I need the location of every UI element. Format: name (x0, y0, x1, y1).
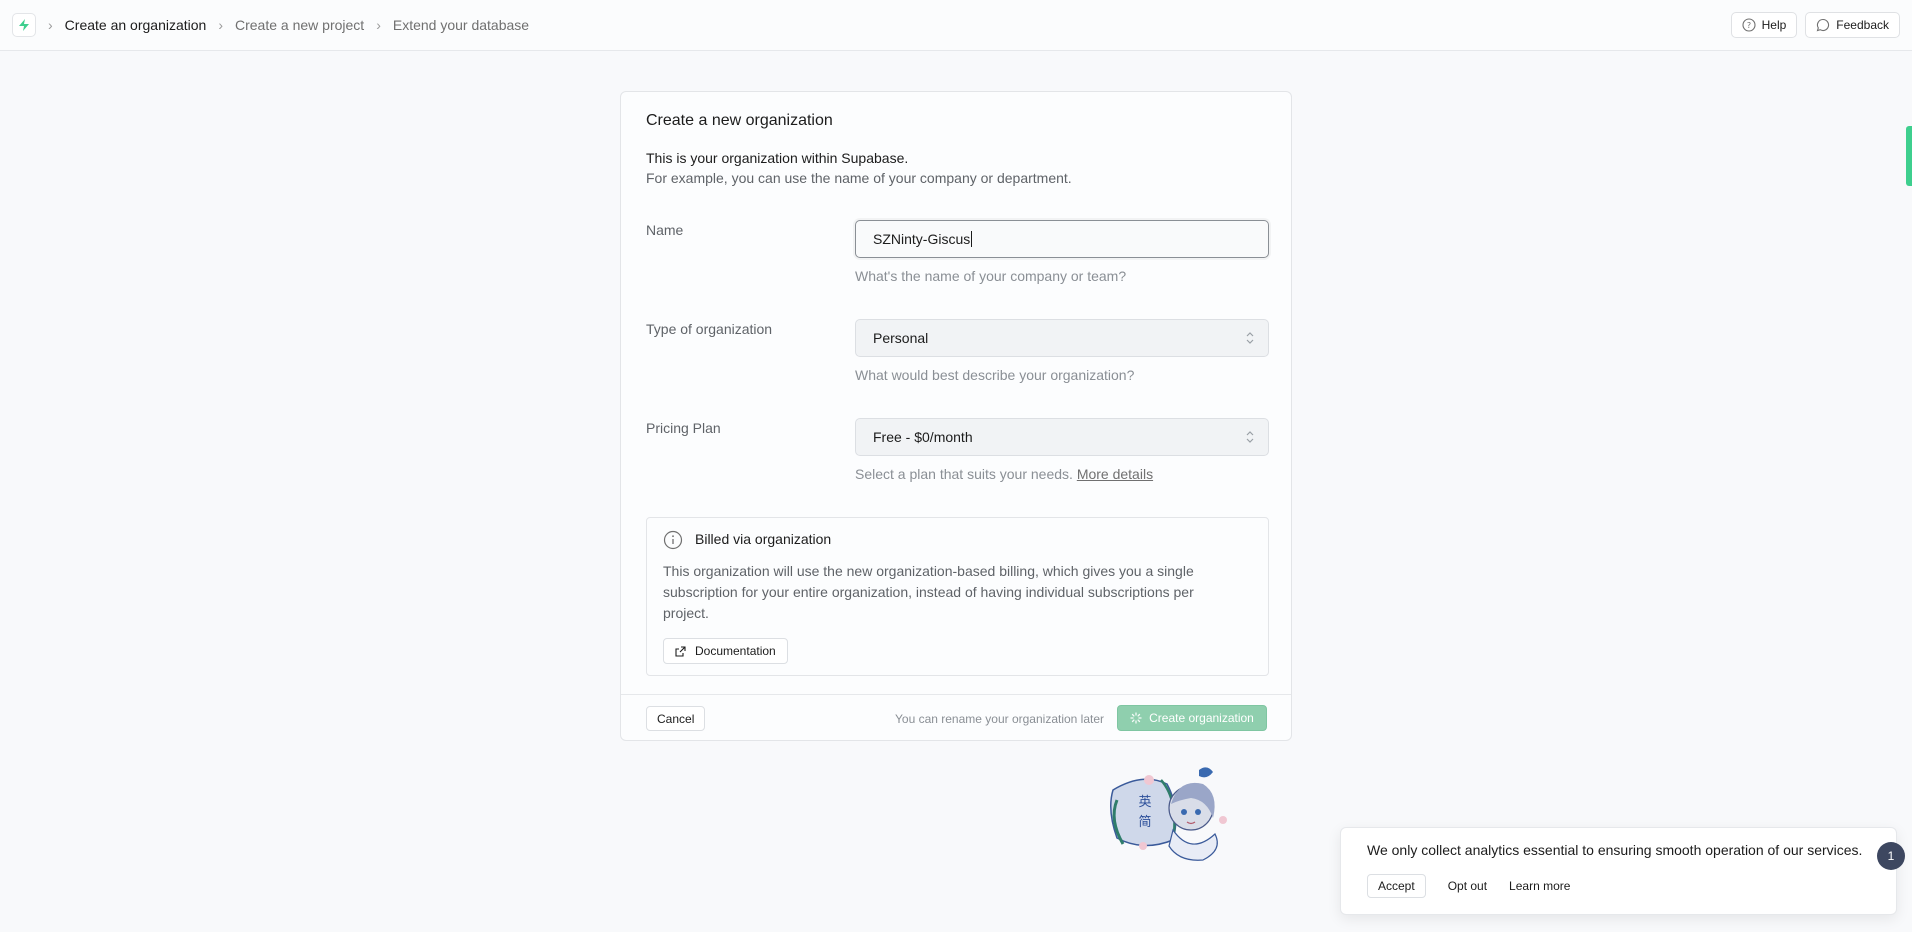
loading-spinner-icon (1130, 712, 1142, 724)
type-label: Type of organization (646, 321, 773, 337)
documentation-button[interactable]: Documentation (663, 638, 788, 664)
create-organization-button[interactable]: Create organization (1117, 705, 1267, 731)
type-help: What would best describe your organizati… (855, 367, 1135, 383)
chevron-right-icon: › (218, 17, 223, 33)
cookie-banner: We only collect analytics essential to e… (1340, 827, 1897, 915)
breadcrumb-create-organization[interactable]: Create an organization (65, 17, 207, 33)
cookie-actions: Accept Opt out Learn more (1367, 874, 1570, 898)
external-link-icon (675, 645, 686, 657)
plan-label: Pricing Plan (646, 420, 721, 436)
svg-text:?: ? (1746, 21, 1750, 30)
chevron-right-icon: › (376, 17, 381, 33)
card-title: Create a new organization (646, 112, 833, 129)
feedback-label: Feedback (1836, 18, 1889, 32)
plan-help: Select a plan that suits your needs. Mor… (855, 466, 1153, 482)
learn-more-button[interactable]: Learn more (1509, 879, 1570, 893)
feedback-button[interactable]: Feedback (1805, 12, 1900, 38)
supabase-logo-icon[interactable] (12, 13, 36, 37)
breadcrumb-extend-database[interactable]: Extend your database (393, 17, 529, 33)
opt-out-button[interactable]: Opt out (1448, 879, 1487, 893)
plan-select[interactable]: Free - $0/month (855, 418, 1269, 456)
chevron-up-down-icon (1246, 332, 1254, 344)
name-label: Name (646, 222, 684, 238)
billing-info-box: Billed via organization This organizatio… (646, 517, 1269, 676)
mascot-glyph-simplified[interactable]: 简 (1138, 814, 1151, 830)
plan-select-value: Free - $0/month (873, 429, 973, 445)
help-label: Help (1761, 18, 1787, 32)
message-circle-icon (1816, 18, 1830, 32)
name-input[interactable]: SZNinty-Giscus (855, 220, 1269, 258)
billing-info-title: Billed via organization (695, 531, 832, 547)
intro-text: This is your organization within Supabas… (646, 150, 909, 166)
name-input-value: SZNinty-Giscus (873, 231, 971, 247)
intro-subtext: For example, you can use the name of you… (646, 170, 1072, 186)
rename-note: You can rename your organization later (895, 712, 1105, 726)
billing-info-body: This organization will use the new organ… (663, 563, 1194, 621)
create-organization-card: Create a new organization This is your o… (620, 91, 1292, 741)
scroll-indicator (1906, 126, 1912, 186)
text-cursor (971, 231, 973, 247)
plan-help-text: Select a plan that suits your needs. (855, 466, 1073, 482)
name-help: What's the name of your company or team? (855, 268, 1127, 284)
info-icon (663, 530, 683, 550)
cancel-button[interactable]: Cancel (646, 706, 706, 731)
card-footer: Cancel You can rename your organization … (621, 694, 1291, 741)
help-button[interactable]: ? Help (1730, 12, 1798, 38)
translate-mascot-widget[interactable]: 英 简 (1103, 760, 1235, 864)
mascot-illustration: 英 简 (1110, 767, 1227, 861)
top-actions: ? Help Feedback (1730, 12, 1900, 38)
top-bar: › Create an organization › Create a new … (0, 0, 1912, 51)
breadcrumb-create-project[interactable]: Create a new project (235, 17, 364, 33)
cookie-text: We only collect analytics essential to e… (1367, 842, 1863, 858)
accept-button[interactable]: Accept (1367, 874, 1426, 898)
type-select-value: Personal (873, 330, 929, 346)
documentation-label: Documentation (695, 644, 776, 658)
chevron-up-down-icon (1246, 431, 1254, 443)
chevron-right-icon: › (48, 17, 53, 33)
notification-badge[interactable]: 1 (1877, 842, 1905, 870)
help-circle-icon: ? (1742, 18, 1756, 32)
type-select[interactable]: Personal (855, 319, 1269, 357)
mascot-glyph-english[interactable]: 英 (1138, 795, 1151, 810)
more-details-link[interactable]: More details (1077, 466, 1153, 482)
create-organization-label: Create organization (1149, 711, 1254, 725)
